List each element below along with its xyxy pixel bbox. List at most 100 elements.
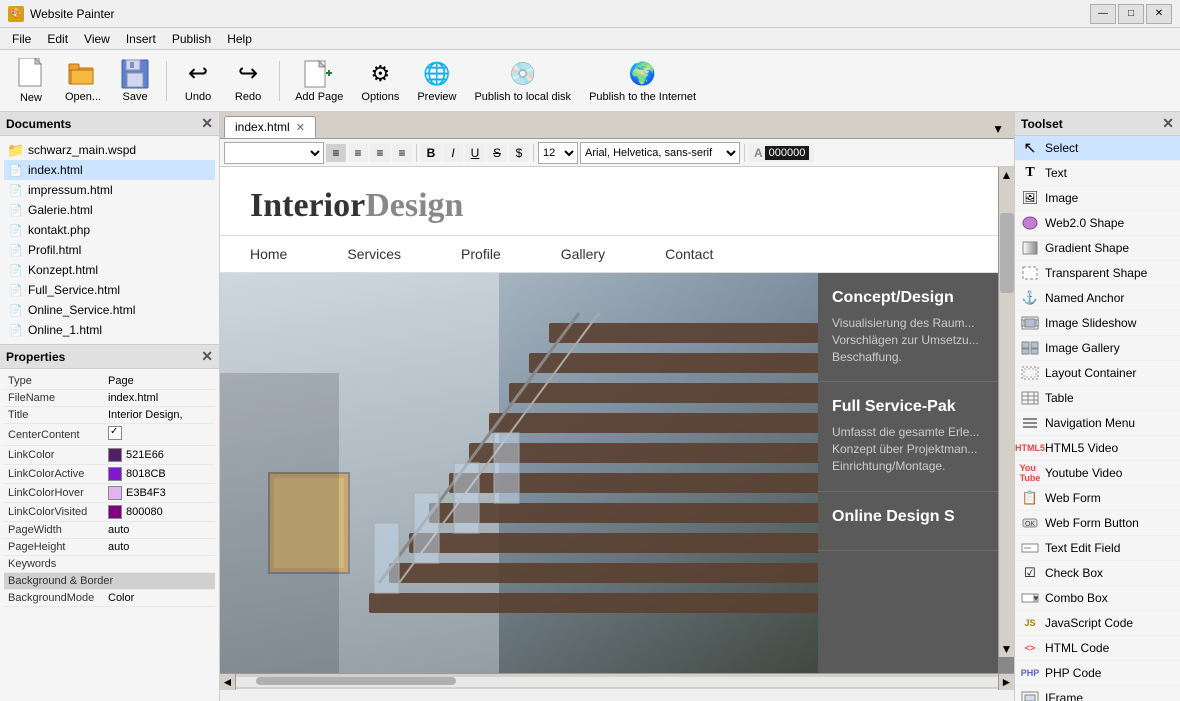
new-button[interactable]: New [8, 54, 54, 108]
doc-item-index[interactable]: 📄 index.html [4, 160, 215, 180]
tool-text[interactable]: T Text [1015, 161, 1180, 186]
text-color-button[interactable]: A 000000 [749, 144, 814, 162]
align-left-button[interactable]: ≡ [326, 144, 346, 162]
linkcolor-swatch[interactable] [108, 448, 122, 462]
menu-view[interactable]: View [76, 30, 118, 48]
font-size-select[interactable]: 12 [538, 142, 578, 164]
doc-item-impressum[interactable]: 📄 impressum.html [4, 180, 215, 200]
tool-html-code[interactable]: <> HTML Code [1015, 636, 1180, 661]
redo-button[interactable]: ↪ Redo [225, 54, 271, 108]
menu-help[interactable]: Help [219, 30, 260, 48]
linkcoloractive-swatch[interactable] [108, 467, 122, 481]
tool-youtube-video[interactable]: YouTube Youtube Video [1015, 461, 1180, 486]
centercontent-checkbox[interactable] [108, 426, 122, 440]
tool-text-edit-field[interactable]: Text Edit Field [1015, 536, 1180, 561]
doc-item-konzept[interactable]: 📄 Konzept.html [4, 260, 215, 280]
add-page-button[interactable]: Add Page [288, 54, 350, 108]
horizontal-scrollbar[interactable]: ◄ ► [220, 673, 1014, 689]
doc-item-profil[interactable]: 📄 Profil.html [4, 240, 215, 260]
vscroll-track[interactable] [999, 293, 1014, 641]
undo-button[interactable]: ↩ Undo [175, 54, 221, 108]
font-family-select[interactable]: Arial, Helvetica, sans-serif [580, 142, 740, 164]
tool-named-anchor[interactable]: ⚓ Named Anchor [1015, 286, 1180, 311]
publish-local-label: Publish to local disk [474, 91, 571, 103]
save-button[interactable]: Save [112, 54, 158, 108]
website-nav: Home Services Profile Gallery Contact [220, 235, 998, 273]
hscroll-left-button[interactable]: ◄ [220, 674, 236, 690]
strikethrough-button[interactable]: S [487, 144, 507, 162]
tool-select[interactable]: ↖ Select [1015, 136, 1180, 161]
tab-index[interactable]: index.html ✕ [224, 116, 316, 138]
tool-iframe[interactable]: IFrame [1015, 686, 1180, 701]
tool-javascript-code[interactable]: JS JavaScript Code [1015, 611, 1180, 636]
tool-image[interactable]: 🖼 Image [1015, 186, 1180, 211]
hscroll-track[interactable] [236, 677, 998, 687]
tool-combo-box[interactable]: ▼ Combo Box [1015, 586, 1180, 611]
linkcolorvisited-swatch[interactable] [108, 505, 122, 519]
doc-item-online1[interactable]: 📄 Online_1.html [4, 320, 215, 340]
nav-profile[interactable]: Profile [461, 246, 501, 262]
open-button[interactable]: Open... [58, 54, 108, 108]
doc-item-kontakt[interactable]: 📄 kontakt.php [4, 220, 215, 240]
vscroll-down-button[interactable]: ▼ [999, 641, 1014, 657]
vscroll-up-button[interactable]: ▲ [999, 167, 1014, 183]
tool-web-form-button[interactable]: OK Web Form Button [1015, 511, 1180, 536]
tool-navigation-menu[interactable]: Navigation Menu [1015, 411, 1180, 436]
preview-button[interactable]: 🌐 Preview [410, 54, 463, 108]
doc-item-fullservice[interactable]: 📄 Full_Service.html [4, 280, 215, 300]
italic-button[interactable]: I [443, 144, 463, 162]
add-page-icon [303, 59, 335, 89]
hscroll-right-button[interactable]: ► [998, 674, 1014, 690]
documents-close-button[interactable]: ✕ [201, 115, 213, 132]
align-center-button[interactable]: ≡ [348, 144, 368, 162]
linkcolorhover-swatch[interactable] [108, 486, 122, 500]
menu-publish[interactable]: Publish [164, 30, 219, 48]
underline-button[interactable]: U [465, 144, 485, 162]
tool-layout-container[interactable]: Layout Container [1015, 361, 1180, 386]
publish-local-button[interactable]: 💿 Publish to local disk [467, 54, 578, 108]
tool-html5-video[interactable]: HTML5 HTML5 Video [1015, 436, 1180, 461]
tool-web-form[interactable]: 📋 Web Form [1015, 486, 1180, 511]
toolset-close-button[interactable]: ✕ [1162, 115, 1174, 132]
tool-image-gallery[interactable]: Image Gallery [1015, 336, 1180, 361]
minimize-button[interactable]: — [1090, 4, 1116, 24]
tool-transparent-shape[interactable]: Transparent Shape [1015, 261, 1180, 286]
publish-internet-button[interactable]: 🌍 Publish to the Internet [582, 54, 703, 108]
tab-dropdown-button[interactable]: ▼ [986, 120, 1010, 138]
prop-val-pageheight: auto [104, 539, 215, 556]
menu-edit[interactable]: Edit [39, 30, 76, 48]
tool-image-slideshow[interactable]: Image Slideshow [1015, 311, 1180, 336]
justify-button[interactable]: ≡ [392, 144, 412, 162]
dollar-button[interactable]: $ [509, 144, 529, 162]
tool-php-code[interactable]: PHP PHP Code [1015, 661, 1180, 686]
align-right-button[interactable]: ≡ [370, 144, 390, 162]
doc-item-root[interactable]: 📁 schwarz_main.wspd [4, 140, 215, 160]
tool-check-box[interactable]: ☑ Check Box [1015, 561, 1180, 586]
save-icon [119, 59, 151, 89]
nav-contact[interactable]: Contact [665, 246, 713, 262]
hscroll-thumb[interactable] [256, 677, 456, 685]
menu-file[interactable]: File [4, 30, 39, 48]
paragraph-style-select[interactable] [224, 142, 324, 164]
tool-gradient-shape[interactable]: Gradient Shape [1015, 236, 1180, 261]
nav-home[interactable]: Home [250, 246, 287, 262]
tool-table-label: Table [1045, 391, 1074, 405]
nav-services[interactable]: Services [347, 246, 401, 262]
prop-val-centercontent[interactable] [104, 424, 215, 446]
properties-close-button[interactable]: ✕ [201, 348, 213, 365]
menu-insert[interactable]: Insert [118, 30, 164, 48]
doc-item-galerie[interactable]: 📄 Galerie.html [4, 200, 215, 220]
doc-item-onlineservice[interactable]: 📄 Online_Service.html [4, 300, 215, 320]
tool-table[interactable]: Table [1015, 386, 1180, 411]
options-button[interactable]: ⚙ Options [354, 54, 406, 108]
tab-index-close[interactable]: ✕ [296, 121, 305, 134]
tool-web20-shape[interactable]: Web2.0 Shape [1015, 211, 1180, 236]
canvas-area[interactable]: InteriorDesign Home Services Profile Gal… [220, 167, 1014, 673]
bold-button[interactable]: B [421, 144, 441, 162]
website-header: InteriorDesign [220, 167, 998, 235]
vscroll-thumb[interactable] [1000, 213, 1014, 293]
vertical-scrollbar[interactable]: ▲ ▼ [998, 167, 1014, 657]
close-button[interactable]: ✕ [1146, 4, 1172, 24]
nav-gallery[interactable]: Gallery [561, 246, 605, 262]
maximize-button[interactable]: □ [1118, 4, 1144, 24]
